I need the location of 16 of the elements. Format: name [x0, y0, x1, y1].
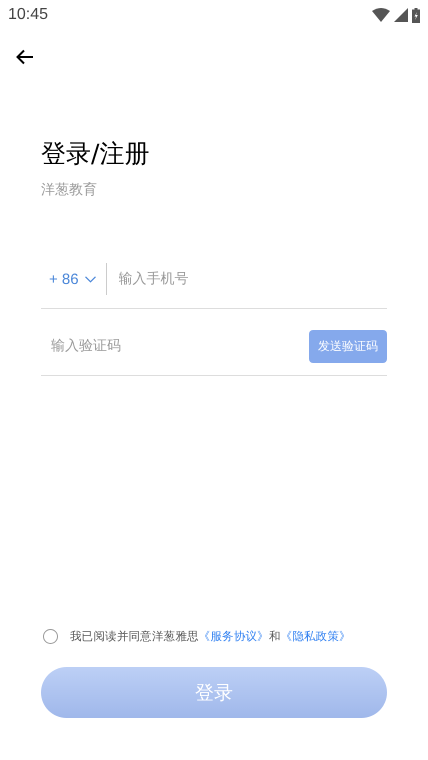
signal-icon [394, 8, 408, 22]
code-input-field[interactable]: 输入验证码 [41, 337, 309, 355]
policy-link[interactable]: 《隐私政策》 [280, 629, 351, 643]
agreement-text: 我已阅读并同意洋葱雅思《服务协议》和《隐私政策》 [70, 629, 351, 644]
status-time: 10:45 [8, 6, 48, 24]
send-code-button[interactable]: 发送验证码 [309, 330, 387, 362]
back-arrow-icon[interactable] [16, 49, 34, 65]
country-code-selector[interactable]: + 86 [41, 270, 96, 288]
agreement-radio[interactable] [43, 629, 58, 644]
chevron-down-icon [84, 276, 96, 282]
battery-icon [412, 8, 420, 22]
policy-link[interactable]: 《服务协议》 [198, 629, 269, 643]
brand-subtitle: 洋葱教育 [41, 181, 98, 200]
wifi-icon [372, 8, 390, 22]
phone-input-field[interactable]: 输入手机号 [116, 270, 387, 288]
page-title: 登录/注册 [41, 138, 150, 170]
